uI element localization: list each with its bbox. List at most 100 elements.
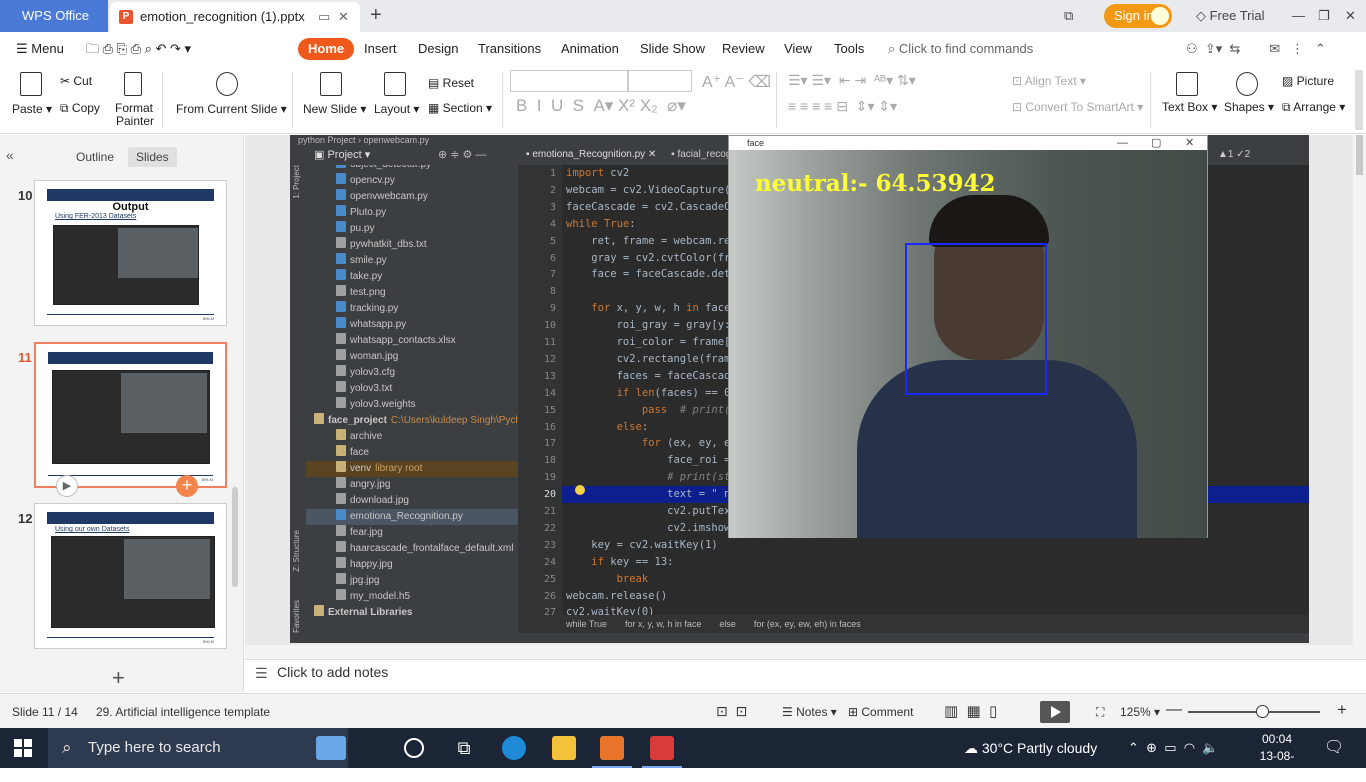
tree-item[interactable]: woman.jpg <box>306 349 518 365</box>
slide-thumbnail-11[interactable]: BHLM <box>34 342 227 488</box>
task-view-icon[interactable]: ⧉ <box>452 736 476 760</box>
main-menu-button[interactable]: ☰ Menu <box>16 32 64 66</box>
system-tray-icons[interactable]: ⌃ ⊕ ▭ ◠ 🔈 <box>1128 728 1219 768</box>
notification-icon[interactable]: 🗨 <box>1324 728 1344 768</box>
font-size-select[interactable] <box>628 70 692 92</box>
quick-access-toolbar[interactable]: 🗀 ⎙ ⎘ ⎙ ⌕ ↶ ↷ ▾ <box>86 32 191 66</box>
editor-vertical-scrollbar[interactable] <box>1353 135 1366 645</box>
taskbar-clock[interactable]: 00:04 13-08-2022 <box>1252 731 1302 782</box>
tree-item[interactable]: Pluto.py <box>306 205 518 221</box>
paragraph-align-icons[interactable]: ≡ ≡ ≡ ≡ ⊟ ⇕▾ ⇕▾ <box>788 98 897 115</box>
align-text-button[interactable]: ⊡ Align Text ▾ <box>1012 74 1086 88</box>
wps-office-tab[interactable]: WPS Office <box>0 0 108 32</box>
inspection-warnings[interactable]: ▲1 ✓2 <box>1218 145 1250 165</box>
current-slide[interactable]: python Project › openwebcam.py 1: Projec… <box>290 135 1309 643</box>
convert-smartart-button[interactable]: ⊡ Convert To SmartArt ▾ <box>1012 100 1143 114</box>
reset-button[interactable]: ▤ Reset <box>428 76 474 90</box>
tree-item[interactable]: haarcascade_frontalface_default.xml <box>306 541 518 557</box>
tree-item[interactable]: jpg.jpg <box>306 573 518 589</box>
project-panel-header[interactable]: ▣ Project ▾ ⊕ ≑ ⚙ — <box>306 145 518 165</box>
face-minimize-icon[interactable]: — <box>1117 136 1128 150</box>
tree-item[interactable]: fear.jpg <box>306 525 518 541</box>
status-tool-icons[interactable]: ⊡ ⊡ <box>716 703 747 720</box>
notes-placeholder[interactable]: Click to add notes <box>277 664 388 680</box>
slide-thumbnail-12[interactable]: Using our own Datasets BHLM <box>34 503 227 649</box>
share-icons[interactable]: ⚇ ⇪▾ ⇆ ✉ ⋮ ⌃ <box>1186 32 1326 66</box>
tree-item[interactable]: take.py <box>306 269 518 285</box>
taskbar-search[interactable]: ⌕ Type here to search <box>48 728 348 768</box>
notes-toggle[interactable]: ☰ Notes ▾ <box>782 705 837 719</box>
zoom-out-icon[interactable]: — <box>1166 701 1182 719</box>
tree-item[interactable]: yolov3.weights <box>306 397 518 413</box>
code-tab-emotion[interactable]: ▪ emotiona_Recognition.py ✕ <box>526 149 656 160</box>
tree-item[interactable]: test.png <box>306 285 518 301</box>
face-window[interactable]: face — ▢ ✕ neutral:- 64.53942 <box>728 135 1208 538</box>
new-slide-plus-button[interactable]: + <box>112 665 125 691</box>
ribbon-scroll[interactable] <box>1355 70 1363 130</box>
layout-button[interactable]: Layout ▾ <box>374 102 419 116</box>
tree-item[interactable]: emotiona_Recognition.py <box>306 509 518 525</box>
picture-button[interactable]: ▨ Picture <box>1282 74 1334 88</box>
fit-slide-icon[interactable]: ⛶ <box>1096 705 1104 720</box>
play-slideshow-button[interactable] <box>1040 701 1070 723</box>
maximize-icon[interactable]: ❐ <box>1318 0 1330 32</box>
tree-item[interactable]: openvwebcam.py <box>306 189 518 205</box>
from-current-slide-button[interactable]: From Current Slide ▾ <box>176 102 287 116</box>
text-box-button[interactable]: Text Box ▾ <box>1162 100 1217 114</box>
minimize-icon[interactable]: — <box>1292 0 1305 32</box>
restore-tab-icon[interactable]: ▭ <box>318 2 330 32</box>
zoom-slider-track[interactable] <box>1188 711 1320 713</box>
wps-taskbar-icon[interactable] <box>642 736 682 768</box>
tree-item[interactable]: pywhatkit_dbs.txt <box>306 237 518 253</box>
tree-item[interactable]: External Libraries <box>306 605 518 621</box>
tree-item[interactable]: whatsapp.py <box>306 317 518 333</box>
window-layout-icon[interactable]: ⧉ <box>1064 0 1073 32</box>
zoom-slider-knob[interactable] <box>1256 705 1269 718</box>
view-mode-icons[interactable]: ▥ ▦ ▯ <box>944 702 997 720</box>
tree-item[interactable]: opencv.py <box>306 173 518 189</box>
zoom-in-icon[interactable]: + <box>1337 700 1347 720</box>
tab-tools[interactable]: Tools <box>834 32 864 66</box>
breadcrumb-item[interactable]: for x, y, w, h in face <box>625 619 701 629</box>
side-tab-project[interactable]: 1: Project <box>292 165 301 199</box>
sidebar-scrollbar[interactable] <box>232 487 238 587</box>
sublime-icon[interactable] <box>592 736 632 768</box>
sign-in-button[interactable]: Sign in <box>1104 4 1172 28</box>
arrange-button[interactable]: ⧉ Arrange ▾ <box>1282 100 1345 115</box>
zoom-level[interactable]: 125% ▾ <box>1120 705 1160 719</box>
tree-item[interactable]: venv library root <box>306 461 518 477</box>
tab-view[interactable]: View <box>784 32 812 66</box>
tree-item[interactable]: angry.jpg <box>306 477 518 493</box>
tree-item[interactable]: yolov3.txt <box>306 381 518 397</box>
breadcrumb-item[interactable]: else <box>719 619 736 629</box>
tab-design[interactable]: Design <box>418 32 458 66</box>
tree-item[interactable]: face <box>306 445 518 461</box>
tree-item[interactable]: whatsapp_contacts.xlsx <box>306 333 518 349</box>
face-close-icon[interactable]: ✕ <box>1185 136 1194 150</box>
text-format-icons[interactable]: B I U S A▾ X² X₂ ⌀▾ <box>516 96 686 116</box>
search-highlight-icon[interactable] <box>316 736 346 760</box>
tab-insert[interactable]: Insert <box>364 32 397 66</box>
tree-item[interactable]: my_model.h5 <box>306 589 518 605</box>
tab-outline[interactable]: Outline <box>68 147 122 167</box>
tree-item[interactable]: pu.py <box>306 221 518 237</box>
template-name[interactable]: 29. Artificial intelligence template <box>96 705 270 719</box>
collapse-panel-icon[interactable]: « <box>6 147 14 163</box>
tree-item[interactable]: face_project C:\Users\kuldeep Singh\Pycha <box>306 413 518 429</box>
section-button[interactable]: ▦ Section ▾ <box>428 101 492 115</box>
add-slide-icon[interactable]: + <box>176 475 198 497</box>
format-painter-button[interactable]: Format <box>115 101 153 115</box>
comment-button[interactable]: ⊞ Comment <box>848 705 913 719</box>
tree-item[interactable]: archive <box>306 429 518 445</box>
tree-item[interactable]: yolov3.cfg <box>306 365 518 381</box>
close-window-icon[interactable]: ✕ <box>1345 0 1356 32</box>
list-format-icons[interactable]: ☰▾ ☰▾ ⇤ ⇥ ᴬᴮ▾ ⇅▾ <box>788 72 916 89</box>
slide-thumbnail-10[interactable]: Output Using FER-2013 Datasets BHLM <box>34 180 227 326</box>
tree-item[interactable]: object_detector.py <box>306 165 518 173</box>
tab-slide-show[interactable]: Slide Show <box>640 32 705 66</box>
start-button[interactable] <box>14 739 32 757</box>
tree-item[interactable]: tracking.py <box>306 301 518 317</box>
copy-button[interactable]: ⧉ Copy <box>60 101 100 116</box>
cut-button[interactable]: ✂ Cut <box>60 74 92 88</box>
breadcrumb-item[interactable]: while True <box>566 619 607 629</box>
